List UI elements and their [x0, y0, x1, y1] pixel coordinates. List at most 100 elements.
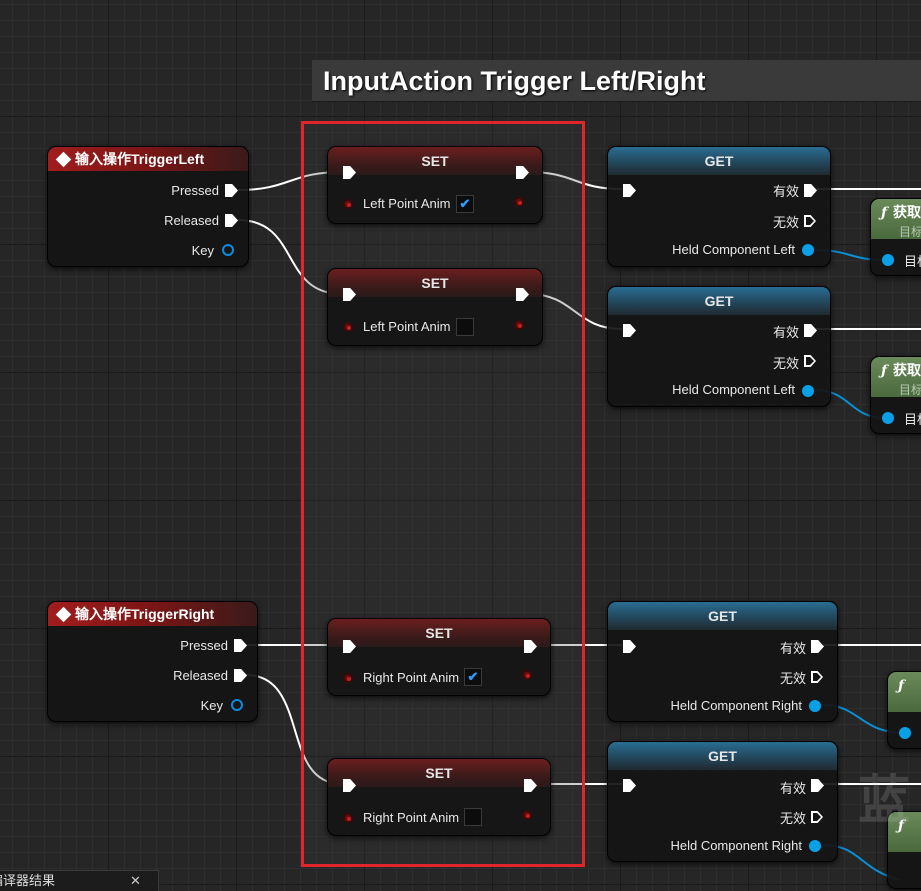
event-node-trigger-left[interactable]: 输入操作TriggerLeft Pressed Released Key — [47, 146, 249, 267]
get-node-left-1[interactable]: GET 有效 无效 Held Component Left — [607, 146, 831, 267]
get-title: GET — [608, 742, 837, 770]
pin-label-key: Key — [191, 243, 214, 258]
set-var-label: Left Point Anim — [363, 319, 451, 334]
invalid-label: 无效 — [772, 215, 799, 230]
set-node-left-on[interactable]: SET Left Point Anim ✔ — [327, 146, 543, 224]
object-out-pin[interactable] — [809, 700, 821, 712]
component-label: Held Component Left — [672, 382, 795, 397]
exec-in-pin[interactable] — [623, 184, 636, 197]
bool-out-pin[interactable] — [514, 320, 524, 330]
function-subtitle: 目标 — [899, 225, 921, 239]
function-node-2[interactable]: ƒ 获取 目标 目标 — [870, 356, 921, 434]
set-var-label: Right Point Anim — [363, 810, 460, 825]
target-in-pin[interactable] — [882, 412, 894, 424]
target-label: 目标 — [904, 254, 921, 269]
exec-out-invalid-pin[interactable] — [804, 215, 816, 227]
bool-checkbox-unchecked[interactable] — [456, 318, 474, 336]
blueprint-graph[interactable]: InputAction Trigger Left/Right 输入操作Trigg… — [0, 0, 921, 889]
target-in-pin[interactable] — [899, 727, 911, 739]
set-var-label: Right Point Anim — [363, 670, 460, 685]
graph-watermark: 蓝 — [858, 771, 911, 831]
exec-out-pin-pressed[interactable] — [234, 639, 247, 652]
pin-label-released: Released — [173, 668, 228, 683]
bool-in-pin[interactable] — [343, 673, 353, 683]
get-node-right-1[interactable]: GET 有效 无效 Held Component Right — [607, 601, 838, 722]
invalid-label: 无效 — [779, 671, 806, 686]
set-node-right-on[interactable]: SET Right Point Anim ✔ — [327, 618, 551, 696]
exec-in-pin[interactable] — [623, 324, 636, 337]
bool-out-pin[interactable] — [522, 810, 532, 820]
key-pin[interactable] — [222, 244, 234, 256]
pin-label-pressed: Pressed — [171, 183, 219, 198]
invalid-label: 无效 — [772, 356, 799, 371]
bool-in-pin[interactable] — [343, 199, 353, 209]
event-diamond-icon — [55, 606, 72, 623]
function-subtitle: 目标 — [899, 383, 921, 397]
valid-label: 有效 — [772, 184, 799, 199]
pin-label-key: Key — [200, 698, 223, 713]
exec-in-pin[interactable] — [623, 779, 636, 792]
checkmark-icon: ✔ — [459, 196, 471, 211]
key-pin[interactable] — [231, 699, 243, 711]
target-in-pin[interactable] — [882, 254, 894, 266]
get-title: GET — [608, 147, 830, 175]
bool-checkbox-checked[interactable]: ✔ — [464, 668, 482, 686]
set-node-right-off[interactable]: SET Right Point Anim — [327, 758, 551, 836]
exec-out-invalid-pin[interactable] — [811, 671, 823, 683]
bool-out-pin[interactable] — [522, 670, 532, 680]
exec-out-valid-pin[interactable] — [804, 324, 817, 337]
set-title: SET — [328, 147, 542, 175]
tab-label: 编译器结果 — [0, 873, 56, 888]
set-title: SET — [328, 619, 550, 647]
object-out-pin[interactable] — [802, 385, 814, 397]
close-icon[interactable]: ✕ — [130, 871, 141, 891]
function-f-icon: ƒ — [898, 678, 905, 694]
get-node-left-2[interactable]: GET 有效 无效 Held Component Left — [607, 286, 831, 407]
function-f-icon: ƒ — [881, 205, 888, 221]
set-var-label: Left Point Anim — [363, 196, 451, 211]
exec-out-pin-pressed[interactable] — [225, 184, 238, 197]
exec-in-pin[interactable] — [623, 640, 636, 653]
exec-out-pin-released[interactable] — [225, 214, 238, 227]
function-f-icon: ƒ — [881, 363, 888, 379]
function-node-3[interactable]: ƒ — [887, 671, 921, 749]
comment-box-title[interactable]: InputAction Trigger Left/Right — [312, 60, 921, 102]
get-node-right-2[interactable]: GET 有效 无效 Held Component Right — [607, 741, 838, 862]
get-title: GET — [608, 602, 837, 630]
bool-in-pin[interactable] — [343, 322, 353, 332]
function-node-1[interactable]: ƒ 获取 目标 目标 — [870, 198, 921, 276]
bool-out-pin[interactable] — [514, 197, 524, 207]
set-title: SET — [328, 269, 542, 297]
compiler-results-tab[interactable]: 编译器结果 ✕ — [0, 870, 159, 891]
object-out-pin[interactable] — [809, 840, 821, 852]
exec-out-invalid-pin[interactable] — [804, 355, 816, 367]
set-title: SET — [328, 759, 550, 787]
checkmark-icon: ✔ — [467, 669, 479, 684]
exec-out-valid-pin[interactable] — [811, 779, 824, 792]
set-node-left-off[interactable]: SET Left Point Anim — [327, 268, 543, 346]
get-title: GET — [608, 287, 830, 315]
event-title: 输入操作TriggerLeft — [75, 151, 205, 167]
object-out-pin[interactable] — [802, 244, 814, 256]
bool-checkbox-unchecked[interactable] — [464, 808, 482, 826]
valid-label: 有效 — [779, 641, 806, 656]
function-title: 获取 — [893, 362, 921, 378]
event-title: 输入操作TriggerRight — [75, 606, 215, 622]
selection-highlight — [301, 121, 585, 867]
component-label: Held Component Left — [672, 242, 795, 257]
valid-label: 有效 — [779, 781, 806, 796]
component-label: Held Component Right — [670, 838, 802, 853]
pin-label-released: Released — [164, 213, 219, 228]
exec-out-invalid-pin[interactable] — [811, 811, 823, 823]
bool-checkbox-checked[interactable]: ✔ — [456, 195, 474, 213]
exec-out-valid-pin[interactable] — [804, 184, 817, 197]
invalid-label: 无效 — [779, 811, 806, 826]
event-node-trigger-right[interactable]: 输入操作TriggerRight Pressed Released Key — [47, 601, 258, 722]
component-label: Held Component Right — [670, 698, 802, 713]
exec-out-pin-released[interactable] — [234, 669, 247, 682]
target-label: 目标 — [904, 412, 921, 427]
exec-out-valid-pin[interactable] — [811, 640, 824, 653]
function-title: 获取 — [893, 204, 921, 220]
bool-in-pin[interactable] — [343, 813, 353, 823]
event-diamond-icon — [55, 151, 72, 168]
